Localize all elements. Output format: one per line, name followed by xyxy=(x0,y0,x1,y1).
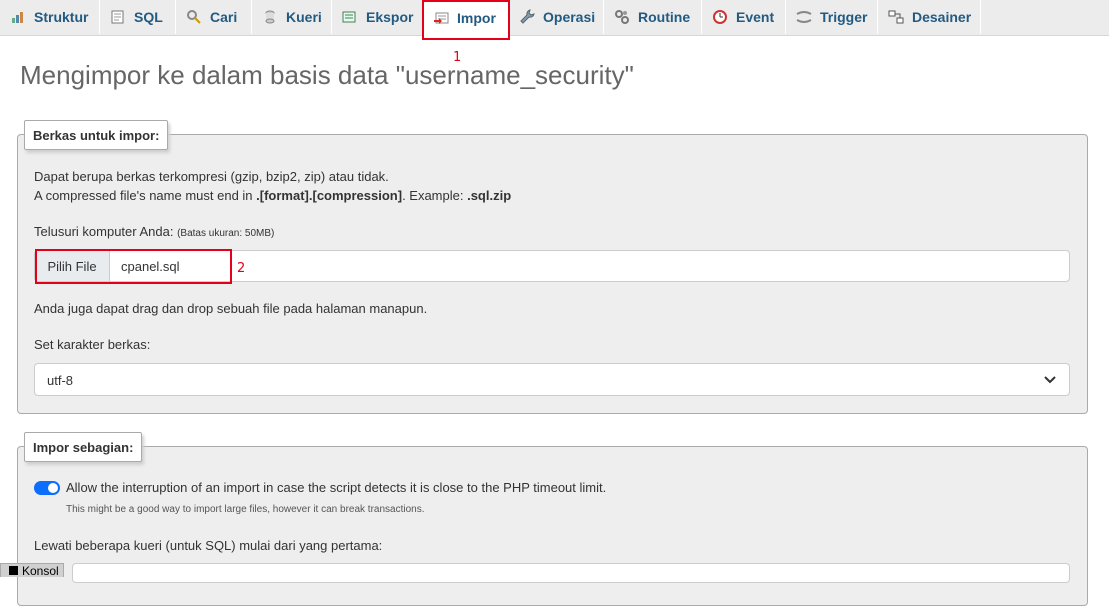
tab-trigger[interactable]: Trigger xyxy=(786,0,878,34)
charset-select[interactable]: utf-8 xyxy=(34,363,1070,396)
tab-event[interactable]: Event xyxy=(702,0,786,34)
tab-ekspor[interactable]: Ekspor xyxy=(332,0,423,34)
file-import-legend: Berkas untuk impor: xyxy=(24,120,169,150)
tab-struktur[interactable]: Struktur xyxy=(0,0,100,34)
clock-icon xyxy=(712,9,728,25)
tab-operasi[interactable]: Operasi xyxy=(509,0,604,34)
charset-value: utf-8 xyxy=(47,373,74,388)
compression-format-info: A compressed file's name must end in .[f… xyxy=(34,188,512,203)
highlight-box-file-input xyxy=(35,249,232,284)
console-toggle[interactable]: Konsol xyxy=(0,563,64,578)
drag-drop-hint: Anda juga dapat drag dan drop sebuah fil… xyxy=(34,301,428,316)
charset-label: Set karakter berkas: xyxy=(34,337,151,352)
query-icon xyxy=(262,9,278,25)
toggle-knob xyxy=(48,483,58,493)
tab-bar: Struktur SQL Cari Kueri Ekspor Impor Ope… xyxy=(0,0,1109,36)
allow-interrupt-hint: This might be a good way to import large… xyxy=(66,504,425,515)
chevron-down-icon xyxy=(1044,376,1056,384)
compression-info: Dapat berupa berkas terkompresi (gzip, b… xyxy=(34,169,389,184)
export-icon xyxy=(342,9,358,25)
designer-icon xyxy=(888,9,904,25)
tab-sql[interactable]: SQL xyxy=(100,0,176,34)
tab-desainer[interactable]: Desainer xyxy=(878,0,981,34)
page-title: Mengimpor ke dalam basis data "username_… xyxy=(20,60,634,90)
allow-interrupt-label: Allow the interruption of an import in c… xyxy=(66,480,607,495)
skip-queries-label: Lewati beberapa kueri (untuk SQL) mulai … xyxy=(34,538,383,553)
sql-icon xyxy=(110,9,126,25)
annotation-number-2: 2 xyxy=(237,261,246,276)
partial-import-legend: Impor sebagian: xyxy=(24,432,143,462)
browse-label: Telusuri komputer Anda: (Batas ukuran: 5… xyxy=(34,224,275,239)
routine-icon xyxy=(614,9,630,25)
wrench-icon xyxy=(519,9,535,25)
highlight-box-import-tab xyxy=(422,0,510,40)
allow-interrupt-toggle[interactable] xyxy=(34,481,60,495)
console-icon xyxy=(9,566,18,575)
skip-queries-input[interactable] xyxy=(72,563,1070,583)
tab-routine[interactable]: Routine xyxy=(604,0,702,34)
trigger-icon xyxy=(796,9,812,25)
search-icon xyxy=(186,9,202,25)
tab-kueri[interactable]: Kueri xyxy=(252,0,332,34)
tab-cari[interactable]: Cari xyxy=(176,0,252,34)
structure-icon xyxy=(10,9,26,25)
